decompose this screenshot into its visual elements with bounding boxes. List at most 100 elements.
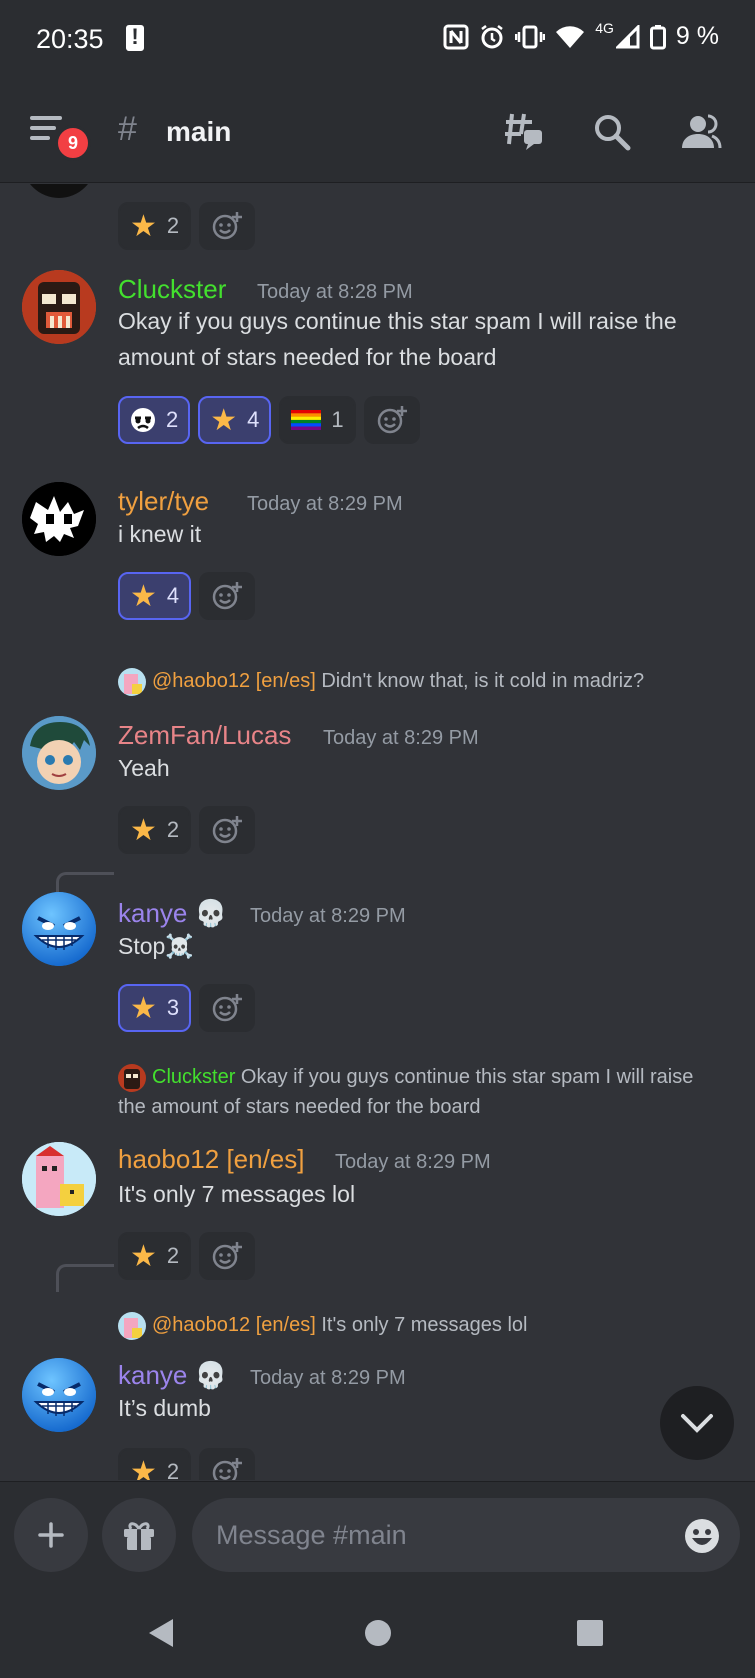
reply-username[interactable]: @haobo12 [en/es]: [152, 1314, 316, 1336]
message-list[interactable]: ★ 2 Cluckster Today at 8:28 PM Okay if y…: [0, 184, 755, 1480]
avatar[interactable]: [22, 184, 96, 198]
reaction-count: 3: [166, 995, 180, 1020]
username[interactable]: kanye 💀: [118, 1360, 227, 1391]
add-reaction-button[interactable]: [199, 572, 256, 620]
attach-button[interactable]: [14, 1498, 88, 1572]
username[interactable]: tyler/tye: [118, 486, 209, 517]
add-reaction-button[interactable]: [199, 202, 256, 250]
plus-icon: [38, 1522, 64, 1548]
battery-icon: [649, 24, 666, 49]
add-reaction-button[interactable]: [199, 1448, 256, 1480]
star-icon: ★: [130, 991, 157, 1025]
back-icon[interactable]: [143, 1615, 179, 1651]
avatar[interactable]: [22, 1358, 96, 1432]
reply-preview[interactable]: @haobo12 [en/es] It's only 7 messages lo…: [118, 1310, 698, 1340]
avatar[interactable]: [22, 270, 96, 344]
skull-crossbones-emoji: ☠️: [165, 933, 194, 959]
skull-emoji: 💀: [194, 1360, 227, 1390]
username[interactable]: haobo12 [en/es]: [118, 1144, 305, 1175]
network-type: 4G: [595, 19, 614, 36]
reaction-star[interactable]: ★ 4: [198, 396, 272, 444]
wifi-icon: [556, 25, 585, 48]
avatar-image: [22, 270, 96, 344]
reaction-custom-face[interactable]: 2: [118, 396, 191, 444]
reaction-list: ★ 3: [118, 984, 256, 1032]
members-icon[interactable]: [678, 110, 722, 154]
avatar[interactable]: [22, 892, 96, 966]
reaction-rainbow-flag[interactable]: 1: [279, 396, 356, 444]
add-reaction-button[interactable]: [199, 984, 256, 1032]
jump-to-bottom-button[interactable]: [660, 1386, 734, 1460]
reaction-star[interactable]: ★ 2: [118, 1232, 192, 1280]
username[interactable]: Cluckster: [118, 274, 226, 305]
custom-face-icon: [131, 408, 155, 432]
message-input[interactable]: [192, 1498, 740, 1572]
message-text: Stop☠️: [118, 928, 718, 964]
star-icon: ★: [130, 813, 157, 847]
add-reaction-button[interactable]: [363, 396, 420, 444]
reaction-star[interactable]: ★ 2: [118, 806, 192, 854]
message-text: Okay if you guys continue this star spam…: [118, 308, 677, 370]
avatar[interactable]: [22, 482, 96, 556]
reply-username[interactable]: @haobo12 [en/es]: [152, 670, 316, 692]
reaction-star[interactable]: ★ 3: [118, 984, 192, 1032]
avatar-image: [22, 892, 96, 966]
alarm-icon: [481, 24, 503, 48]
avatar-image: [22, 482, 96, 556]
gift-icon: [124, 1522, 154, 1550]
timestamp: Today at 8:29 PM: [250, 905, 406, 927]
alert-icon: [126, 24, 144, 51]
star-icon: ★: [130, 209, 157, 243]
username[interactable]: kanye 💀: [118, 898, 227, 929]
add-reaction-icon: [212, 816, 243, 844]
message-text-body: Stop: [118, 933, 166, 959]
avatar-image: [22, 1358, 96, 1432]
avatar-image: [22, 1142, 96, 1216]
reply-avatar: [118, 667, 146, 696]
reply-preview[interactable]: Cluckster Okay if you guys continue this…: [118, 1062, 698, 1122]
menu-line: [30, 126, 56, 130]
reply-connector: [56, 1264, 114, 1292]
reaction-count: 2: [166, 1459, 180, 1480]
reaction-star[interactable]: ★ 2: [118, 202, 192, 250]
message-text: Yeah: [118, 755, 170, 781]
menu-line: [30, 116, 62, 120]
reaction-list: ★ 2: [118, 1232, 256, 1280]
channel-name[interactable]: main: [166, 116, 231, 148]
chevron-down-icon: [681, 1414, 713, 1433]
reply-text: Didn't know that, is it cold in madriz?: [321, 670, 645, 692]
notification-badge: 9: [55, 125, 91, 161]
reaction-star[interactable]: ★ 4: [118, 572, 192, 620]
reaction-count: 2: [166, 817, 180, 842]
username[interactable]: ZemFan/Lucas: [118, 720, 291, 751]
reaction-list: ★ 4: [118, 572, 256, 620]
reaction-count: 2: [166, 213, 180, 238]
skull-emoji: 💀: [194, 898, 227, 928]
reaction-list: 2 ★ 4 1: [118, 396, 420, 444]
reaction-count: 2: [166, 407, 179, 432]
reaction-star[interactable]: ★ 2: [118, 1448, 192, 1481]
avatar[interactable]: [22, 1142, 96, 1216]
vibrate-icon: [515, 25, 546, 48]
home-icon[interactable]: [360, 1615, 396, 1651]
avatar-image: [22, 716, 96, 790]
reaction-count: 1: [331, 407, 344, 432]
reply-preview[interactable]: @haobo12 [en/es] Didn't know that, is it…: [118, 666, 698, 696]
star-icon: ★: [130, 579, 157, 613]
add-reaction-button[interactable]: [199, 806, 256, 854]
search-icon[interactable]: [590, 110, 634, 154]
add-reaction-icon: [377, 406, 407, 434]
message-composer: [0, 1481, 755, 1589]
reply-username[interactable]: Cluckster: [152, 1066, 235, 1088]
emoji-icon[interactable]: [684, 1518, 720, 1554]
add-reaction-icon: [212, 1458, 243, 1480]
add-reaction-button[interactable]: [199, 1232, 256, 1280]
username-text: kanye: [118, 1360, 188, 1390]
avatar[interactable]: [22, 716, 96, 790]
recents-icon[interactable]: [572, 1615, 608, 1651]
star-icon: ★: [210, 403, 238, 437]
threads-icon[interactable]: [502, 110, 546, 154]
gift-button[interactable]: [102, 1498, 176, 1572]
status-time: 20:35: [36, 24, 104, 54]
star-icon: ★: [130, 1455, 157, 1481]
